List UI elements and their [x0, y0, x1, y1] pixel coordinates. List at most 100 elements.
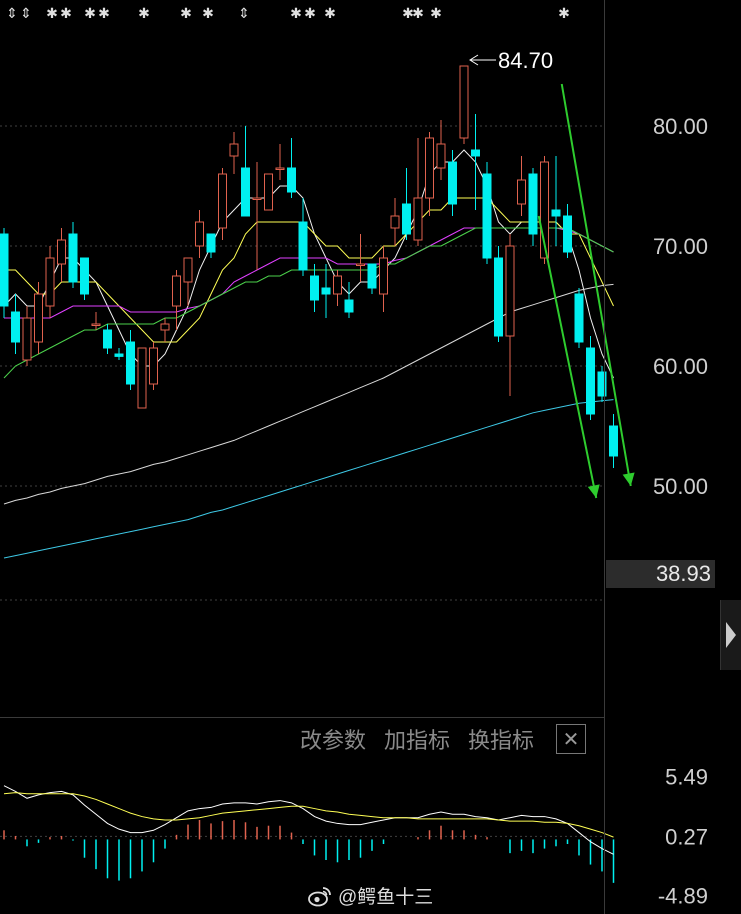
- axis-divider: [604, 0, 605, 914]
- watermark-text: @鳄鱼十三: [338, 887, 434, 908]
- candle-body: [505, 245, 515, 337]
- candle-body: [229, 143, 239, 157]
- candle-body: [471, 149, 480, 157]
- candle-body: [367, 263, 377, 289]
- candle-body: [57, 239, 66, 265]
- candle-body: [252, 197, 262, 200]
- candle-body: [0, 233, 9, 307]
- candle-body: [333, 275, 342, 295]
- modify-params-button[interactable]: 改参数: [300, 723, 366, 755]
- top-marker: ✱: [46, 6, 58, 22]
- candle-body: [551, 209, 561, 217]
- candle-body: [448, 161, 457, 205]
- dea-line: [3, 792, 614, 838]
- top-marker: ✱: [180, 6, 192, 22]
- trend-arrow-head: [587, 484, 600, 498]
- trend-arrow-head: [622, 472, 635, 486]
- candle-body: [321, 287, 331, 295]
- candle-body: [379, 257, 388, 295]
- y-tick-label: 5.49: [665, 765, 708, 790]
- candle-body: [459, 65, 469, 139]
- peak-annotation-label: 84.70: [498, 48, 553, 73]
- candle-body: [91, 323, 101, 326]
- candle-body: [609, 425, 618, 457]
- candle-body: [114, 353, 124, 357]
- panel-divider: [0, 717, 604, 718]
- indicator-toolbar: 改参数 加指标 换指标 ✕: [300, 722, 587, 756]
- candle-body: [494, 257, 503, 337]
- y-tick-label: 70.00: [653, 234, 708, 259]
- candle-body: [183, 257, 193, 283]
- close-indicator-button[interactable]: ✕: [556, 724, 587, 754]
- candle-body: [287, 167, 296, 193]
- candle-body: [206, 233, 216, 253]
- moving-average-line: [3, 399, 614, 559]
- candle-body: [11, 311, 20, 343]
- top-marker: ✱: [98, 6, 110, 22]
- candle-body: [517, 179, 526, 205]
- y-tick-label: 80.00: [653, 114, 708, 139]
- candle-body: [402, 203, 411, 235]
- moving-average-line: [3, 227, 614, 379]
- candle-body: [310, 275, 319, 301]
- y-tick-label: 60.00: [653, 354, 708, 379]
- candle-body: [241, 167, 250, 217]
- candle-body: [172, 275, 181, 307]
- y-tick-label: 0.27: [665, 824, 708, 849]
- candle-body: [34, 293, 43, 343]
- candle-body: [149, 347, 158, 385]
- candle-body: [356, 263, 365, 266]
- top-marker: ✱: [138, 6, 150, 22]
- weibo-logo-icon: [308, 886, 331, 906]
- trend-arrow-line: [560, 83, 632, 487]
- candle-body: [528, 173, 538, 235]
- candle-body: [436, 143, 446, 169]
- y-tick-label: -4.89: [658, 883, 708, 908]
- top-marker: ✱: [324, 6, 336, 22]
- chart-root: 80.00 70.00 60.00 50.00 84.70 ⇕ ⇕ ✱ ✱ ✱ ✱ ✱ ✱ ✱ ✱ ⇕ ✱ ✱ ✱ ✱…: [0, 0, 741, 914]
- candle-body: [298, 221, 308, 271]
- candle-body: [425, 137, 434, 199]
- watermark: @鳄鱼十三: [308, 882, 433, 909]
- candle-body: [137, 347, 147, 409]
- price-chart[interactable]: 80.0070.0060.0050.0084.70⇕ ⇕ ✱ ✱ ✱ ✱ ✱ ✱ ✱ ✱⇕ ✱ ✱ ✱ ✱…: [0, 0, 741, 720]
- chevron-right-icon: [726, 622, 736, 648]
- top-marker: ⇕: [20, 6, 32, 22]
- top-marker: ✱: [290, 6, 302, 22]
- moving-average-line: [3, 283, 614, 505]
- candle-body: [160, 323, 170, 331]
- moving-average-line: [4, 227, 614, 319]
- candle-body: [22, 317, 32, 361]
- candle-body: [45, 257, 55, 307]
- close-icon: ✕: [562, 728, 580, 751]
- y-tick-label: 50.00: [653, 474, 708, 499]
- candle-body: [218, 173, 227, 229]
- candle-body: [195, 221, 204, 247]
- side-panel-toggle[interactable]: [720, 600, 741, 670]
- add-indicator-button[interactable]: 加指标: [384, 723, 450, 755]
- candle-body: [264, 173, 273, 211]
- top-marker: ✱: [202, 6, 214, 22]
- swap-indicator-button[interactable]: 换指标: [468, 723, 534, 755]
- candle-body: [68, 233, 78, 283]
- candle-body: [563, 215, 572, 253]
- candle-body: [482, 173, 492, 259]
- current-price-readout: 38.93: [606, 560, 715, 588]
- top-marker: ✱: [430, 6, 442, 22]
- candle-body: [103, 329, 112, 349]
- candle-body: [574, 293, 584, 343]
- candle-body: [413, 197, 423, 241]
- candle-body: [80, 257, 89, 295]
- top-marker: ⇕: [6, 6, 18, 22]
- candle-body: [275, 167, 285, 170]
- top-marker: ✱: [304, 6, 316, 22]
- candle-body: [390, 215, 400, 229]
- candle-body: [344, 299, 354, 313]
- top-marker: ✱: [60, 6, 72, 22]
- top-marker: ✱: [84, 6, 96, 22]
- top-marker: ✱: [558, 6, 570, 22]
- top-marker: ✱: [412, 6, 424, 22]
- candle-body: [126, 341, 135, 385]
- top-marker: ⇕: [238, 6, 250, 22]
- candle-body: [586, 347, 595, 415]
